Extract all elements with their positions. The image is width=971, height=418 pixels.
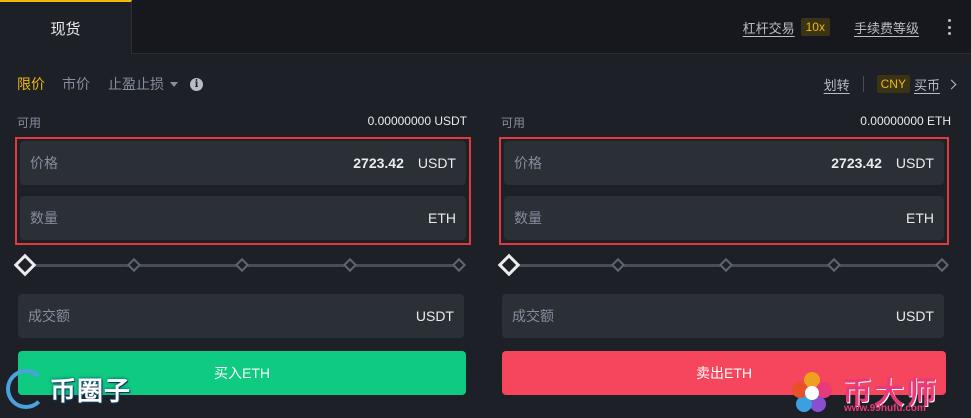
slider-stop-25[interactable] xyxy=(610,257,626,273)
watermark-text-left: 币圈子 xyxy=(50,375,132,406)
more-vertical-icon[interactable] xyxy=(941,17,957,37)
price-unit: USDT xyxy=(895,155,934,171)
watermark-url: www.99hufu.com xyxy=(844,403,926,414)
watermark-logo-right: 币大师 www.99hufu.com xyxy=(790,368,960,416)
percent-slider[interactable] xyxy=(497,253,953,277)
spot-trading-panel: 现货 杠杆交易 10x 手续费等级 限价 市价 止盈止损 i 划转 CNY 买币… xyxy=(0,0,971,418)
available-label: 可用 xyxy=(501,116,526,130)
margin-trading-link[interactable]: 杠杆交易 xyxy=(743,18,795,37)
total-unit: USDT xyxy=(415,308,454,324)
slider-stop-25[interactable] xyxy=(126,257,142,273)
fee-level-link[interactable]: 手续费等级 xyxy=(854,18,919,37)
price-label: 价格 xyxy=(30,155,58,171)
slider-stop-100[interactable] xyxy=(934,257,950,273)
available-balance-row: 可用 0.00000000 USDT xyxy=(17,114,467,130)
highlight-box: 价格 2723.42 USDT 数量 ETH xyxy=(15,137,471,245)
order-type-market[interactable]: 市价 xyxy=(62,74,90,94)
available-balance-row: 可用 0.00000000 ETH xyxy=(501,114,951,130)
price-unit: USDT xyxy=(417,155,456,171)
slider-knob-icon[interactable] xyxy=(497,253,521,277)
slider-knob-icon[interactable] xyxy=(13,253,37,277)
slider-stop-75[interactable] xyxy=(342,257,358,273)
highlight-box: 价格 2723.42 USDT 数量 ETH xyxy=(499,137,949,245)
order-type-stop[interactable]: 止盈止损 xyxy=(108,74,164,94)
total-input[interactable]: 成交额 USDT xyxy=(18,294,464,338)
price-label: 价格 xyxy=(514,155,542,171)
info-icon[interactable]: i xyxy=(190,77,203,91)
available-value: 0.00000000 USDT xyxy=(367,114,467,128)
order-type-bar-right: 划转 CNY 买币 xyxy=(824,75,957,94)
percent-slider[interactable] xyxy=(13,253,469,277)
total-label: 成交额 xyxy=(28,308,70,324)
caret-down-icon[interactable] xyxy=(170,81,178,87)
watermark-circle-icon xyxy=(6,369,46,409)
watermark-flower-icon xyxy=(792,372,832,412)
transfer-link[interactable]: 划转 xyxy=(824,75,850,94)
price-value[interactable]: 2723.42 xyxy=(831,155,882,171)
tab-spot[interactable]: 现货 xyxy=(0,0,132,54)
quantity-unit: ETH xyxy=(428,210,456,226)
quantity-label: 数量 xyxy=(514,210,542,226)
order-type-bar: 限价 市价 止盈止损 i 划转 CNY 买币 xyxy=(17,70,957,98)
total-unit: USDT xyxy=(895,308,934,324)
price-input[interactable]: 价格 2723.42 USDT xyxy=(20,141,466,185)
slider-stop-50[interactable] xyxy=(234,257,250,273)
quantity-label: 数量 xyxy=(30,210,58,226)
price-value[interactable]: 2723.42 xyxy=(353,155,404,171)
quantity-input[interactable]: 数量 ETH xyxy=(20,196,466,240)
quantity-input[interactable]: 数量 ETH xyxy=(504,196,944,240)
available-label: 可用 xyxy=(17,116,42,130)
quantity-unit: ETH xyxy=(906,210,934,226)
divider xyxy=(862,76,864,92)
chevron-right-icon[interactable] xyxy=(946,79,957,89)
top-right-actions: 杠杆交易 10x 手续费等级 xyxy=(743,0,971,54)
available-value: 0.00000000 ETH xyxy=(860,114,951,128)
price-input[interactable]: 价格 2723.42 USDT xyxy=(504,141,944,185)
watermark-logo-left: 币圈子 xyxy=(6,366,131,412)
order-type-limit[interactable]: 限价 xyxy=(17,74,45,94)
buy-coin-link[interactable]: 买币 xyxy=(914,75,940,94)
currency-badge: CNY xyxy=(876,75,910,93)
total-label: 成交额 xyxy=(512,308,554,324)
top-tab-bar: 现货 杠杆交易 10x 手续费等级 xyxy=(0,0,971,54)
slider-stop-100[interactable] xyxy=(451,257,467,273)
slider-stop-75[interactable] xyxy=(826,257,842,273)
leverage-badge: 10x xyxy=(800,18,830,36)
slider-stop-50[interactable] xyxy=(718,257,734,273)
total-input[interactable]: 成交额 USDT xyxy=(502,294,944,338)
